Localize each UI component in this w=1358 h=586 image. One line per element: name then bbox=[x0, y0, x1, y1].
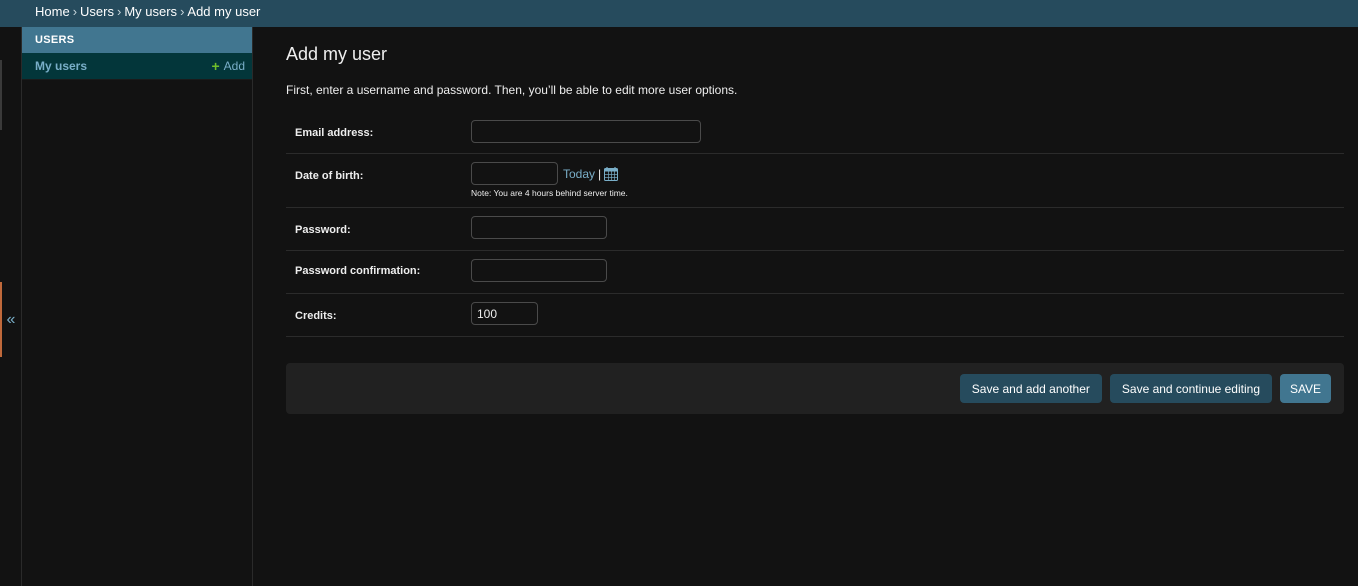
password-label: Password: bbox=[295, 224, 351, 236]
form-row-date-of-birth: Date of birth: Today | Note: You are 4 h… bbox=[286, 154, 1344, 208]
breadcrumb-my-users[interactable]: My users bbox=[124, 4, 177, 19]
module-caption-users[interactable]: Users bbox=[22, 27, 252, 53]
sidebar-add-link[interactable]: + Add bbox=[211, 59, 245, 73]
form-row-credits: Credits: bbox=[286, 294, 1344, 337]
form-help-text: First, enter a username and password. Th… bbox=[286, 83, 738, 97]
timezone-warning: Note: You are 4 hours behind server time… bbox=[471, 188, 628, 198]
collapse-sidebar-icon[interactable]: « bbox=[4, 310, 18, 330]
email-field[interactable] bbox=[471, 120, 701, 143]
password-confirmation-field[interactable] bbox=[471, 259, 607, 282]
breadcrumb-separator: › bbox=[116, 4, 122, 19]
save-button[interactable]: Save bbox=[1280, 374, 1331, 403]
password-confirmation-label: Password confirmation: bbox=[295, 265, 421, 277]
date-of-birth-label: Date of birth: bbox=[295, 170, 364, 182]
strip-marker bbox=[0, 60, 2, 130]
form-fieldset: Email address: Date of birth: Today | No… bbox=[286, 110, 1344, 337]
add-link-label: Add bbox=[223, 59, 245, 73]
breadcrumb-users[interactable]: Users bbox=[80, 4, 114, 19]
breadcrumb-current: Add my user bbox=[187, 4, 261, 19]
credits-field[interactable] bbox=[471, 302, 538, 325]
save-and-add-another-button[interactable]: Save and add another bbox=[959, 374, 1102, 403]
shortcut-separator: | bbox=[598, 166, 602, 181]
date-of-birth-widget: Today | Note: You are 4 hours behind ser… bbox=[471, 162, 628, 198]
save-and-continue-button[interactable]: Save and continue editing bbox=[1109, 374, 1272, 403]
breadcrumb-separator: › bbox=[72, 4, 78, 19]
calendar-icon[interactable] bbox=[604, 166, 619, 181]
password-field[interactable] bbox=[471, 216, 607, 239]
main-content: Add my user First, enter a username and … bbox=[286, 27, 1344, 586]
strip-marker-accent bbox=[0, 282, 2, 357]
submit-row: Save and add another Save and continue e… bbox=[286, 363, 1344, 414]
nav-sidebar: Users My users + Add bbox=[22, 27, 253, 586]
breadcrumb-separator: › bbox=[180, 4, 185, 19]
form-row-password: Password: bbox=[286, 208, 1344, 251]
breadcrumb: Home › Users › My users › Add my user bbox=[0, 0, 1358, 27]
email-label: Email address: bbox=[295, 127, 374, 139]
today-link[interactable]: Today bbox=[563, 167, 595, 181]
form-row-email: Email address: bbox=[286, 110, 1344, 154]
breadcrumb-home[interactable]: Home bbox=[35, 4, 70, 19]
sidebar-item-my-users: My users + Add bbox=[22, 53, 252, 80]
page-title: Add my user bbox=[286, 44, 388, 64]
nav-sidebar-toggle-strip: « bbox=[0, 27, 22, 586]
form-row-password-confirmation: Password confirmation: bbox=[286, 251, 1344, 294]
plus-icon: + bbox=[211, 58, 220, 74]
date-of-birth-field[interactable] bbox=[471, 162, 558, 185]
credits-label: Credits: bbox=[295, 310, 337, 322]
sidebar-link-my-users[interactable]: My users bbox=[35, 59, 87, 73]
